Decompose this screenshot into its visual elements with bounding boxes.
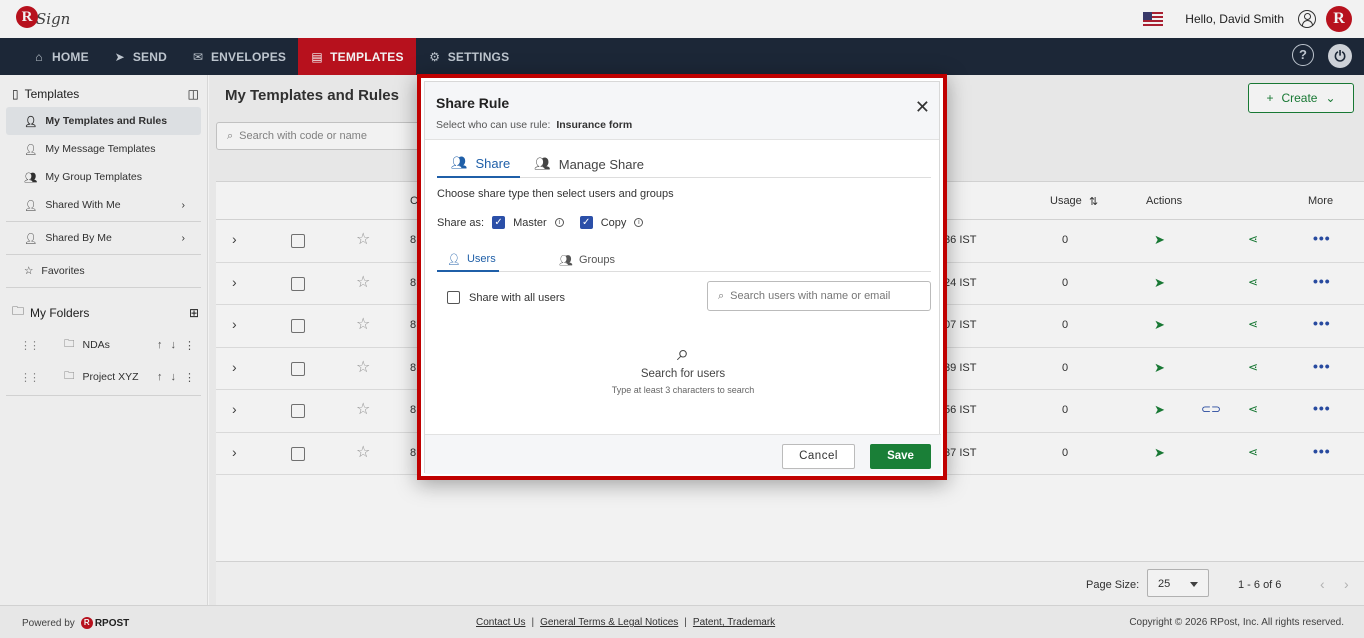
tab-users-label: Users [466, 253, 496, 265]
tab-users[interactable]: 👤︎ Users [437, 248, 499, 272]
modal-title: Share Rule [436, 95, 510, 111]
tab-groups-label: Groups [578, 254, 616, 266]
share-rule-modal: Share Rule Select who can use rule: Insu… [424, 81, 941, 474]
user-search-placeholder: Search users with name or email [730, 290, 891, 302]
close-icon[interactable]: ✕ [915, 98, 930, 116]
rule-name: Insurance form [556, 119, 633, 131]
empty-state: ⌕ Search for users Type at least 3 chara… [425, 340, 941, 395]
subtitle-prefix: Select who can use rule: [436, 119, 551, 131]
group-icon: 👥︎ [559, 254, 573, 267]
tab-share[interactable]: 👥︎ Share [437, 150, 521, 178]
tab-manage-label: Manage Share [558, 156, 645, 172]
tab-groups[interactable]: 👥︎ Groups [559, 248, 615, 272]
share-instruction: Choose share type then select users and … [437, 188, 674, 200]
share-as-label: Share as: [437, 216, 485, 229]
users-icon: 👥︎ [534, 156, 551, 171]
copy-checkbox[interactable]: ✓ [579, 216, 593, 229]
empty-title: Search for users [640, 368, 726, 380]
info-icon[interactable]: i [554, 218, 564, 227]
master-checkbox[interactable]: ✓ [492, 216, 506, 229]
save-button[interactable]: Save [870, 444, 931, 469]
info-icon[interactable]: i [634, 218, 644, 227]
modal-header: Share Rule Select who can use rule: Insu… [425, 82, 939, 140]
recipient-tabs: 👤︎ Users 👥︎ Groups [437, 248, 931, 272]
user-search-input[interactable]: ⌕ Search users with name or email [707, 281, 931, 311]
modal-subtitle: Select who can use rule: Insurance form [436, 119, 632, 131]
tab-manage-share[interactable]: 👥︎ Manage Share [520, 150, 654, 178]
modal-footer: Cancel Save [425, 434, 941, 474]
tab-share-label: Share [475, 155, 511, 171]
search-icon: ⌕ [676, 340, 690, 365]
copy-label: Copy [600, 216, 627, 229]
master-label: Master [513, 216, 547, 229]
share-all-label: Share with all users [469, 291, 565, 304]
share-all-option[interactable]: Share with all users [447, 291, 565, 304]
search-icon: ⌕ [718, 289, 725, 302]
share-rule-modal-highlight: Share Rule Select who can use rule: Insu… [417, 74, 947, 480]
share-all-checkbox[interactable] [447, 291, 460, 304]
users-icon: 👥︎ [451, 155, 468, 170]
cancel-button[interactable]: Cancel [782, 444, 855, 469]
share-type-row: Share as: ✓ Master i ✓ Copy i [437, 216, 644, 229]
empty-hint: Type at least 3 characters to search [611, 385, 755, 395]
user-icon: 👤︎ [447, 253, 461, 266]
share-tabs: 👥︎ Share 👥︎ Manage Share [437, 150, 931, 178]
